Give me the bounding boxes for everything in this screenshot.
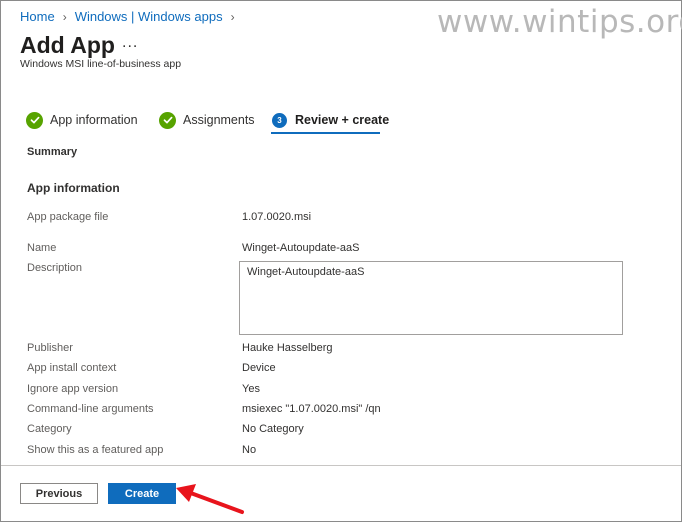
- annotation-arrow-icon: [176, 484, 244, 514]
- create-button[interactable]: Create: [108, 483, 176, 504]
- step-label: App information: [50, 113, 138, 127]
- label-featured-app: Show this as a featured app: [27, 444, 164, 456]
- previous-button[interactable]: Previous: [20, 483, 98, 504]
- more-options-icon[interactable]: ...: [122, 34, 138, 52]
- active-step-indicator: [271, 132, 380, 134]
- app-information-heading: App information: [27, 181, 120, 195]
- chevron-right-icon: ›: [62, 9, 67, 24]
- label-app-package-file: App package file: [27, 211, 109, 223]
- watermark: www.wintips.org: [437, 4, 682, 40]
- checkmark-icon: [26, 111, 43, 129]
- step-assignments[interactable]: Assignments: [159, 110, 255, 130]
- description-field: Winget-Autoupdate-aaS: [239, 261, 623, 335]
- value-category: No Category: [242, 423, 304, 435]
- value-command-line-arguments: msiexec "1.07.0020.msi" /qn: [242, 403, 381, 415]
- value-app-package-file: 1.07.0020.msi: [242, 211, 312, 223]
- footer-divider: [1, 465, 681, 466]
- value-ignore-app-version: Yes: [242, 383, 260, 395]
- value-app-install-context: Device: [242, 362, 276, 374]
- breadcrumb: Home › Windows | Windows apps ›: [20, 9, 243, 24]
- label-category: Category: [27, 423, 72, 435]
- step-number-badge: 3: [272, 112, 287, 128]
- label-description: Description: [27, 262, 83, 274]
- label-command-line-arguments: Command-line arguments: [27, 403, 154, 415]
- chevron-right-icon: ›: [230, 9, 235, 24]
- value-name: Winget-Autoupdate-aaS: [242, 242, 360, 254]
- value-featured-app: No: [242, 444, 257, 456]
- label-app-install-context: App install context: [27, 362, 117, 374]
- page-title: Add App: [20, 32, 115, 58]
- label-ignore-app-version: Ignore app version: [27, 383, 119, 395]
- step-label: Review + create: [295, 113, 390, 127]
- step-app-information[interactable]: App information: [26, 110, 138, 130]
- label-publisher: Publisher: [27, 342, 73, 354]
- breadcrumb-windows-apps-link[interactable]: Windows | Windows apps: [75, 9, 223, 24]
- page-subtitle: Windows MSI line-of-business app: [20, 58, 182, 70]
- step-label: Assignments: [183, 113, 255, 127]
- value-publisher: Hauke Hasselberg: [242, 342, 333, 354]
- summary-heading: Summary: [27, 146, 78, 158]
- checkmark-icon: [159, 111, 176, 129]
- step-review-create[interactable]: 3 Review + create: [272, 110, 389, 130]
- breadcrumb-home-link[interactable]: Home: [20, 9, 55, 24]
- label-name: Name: [27, 242, 57, 254]
